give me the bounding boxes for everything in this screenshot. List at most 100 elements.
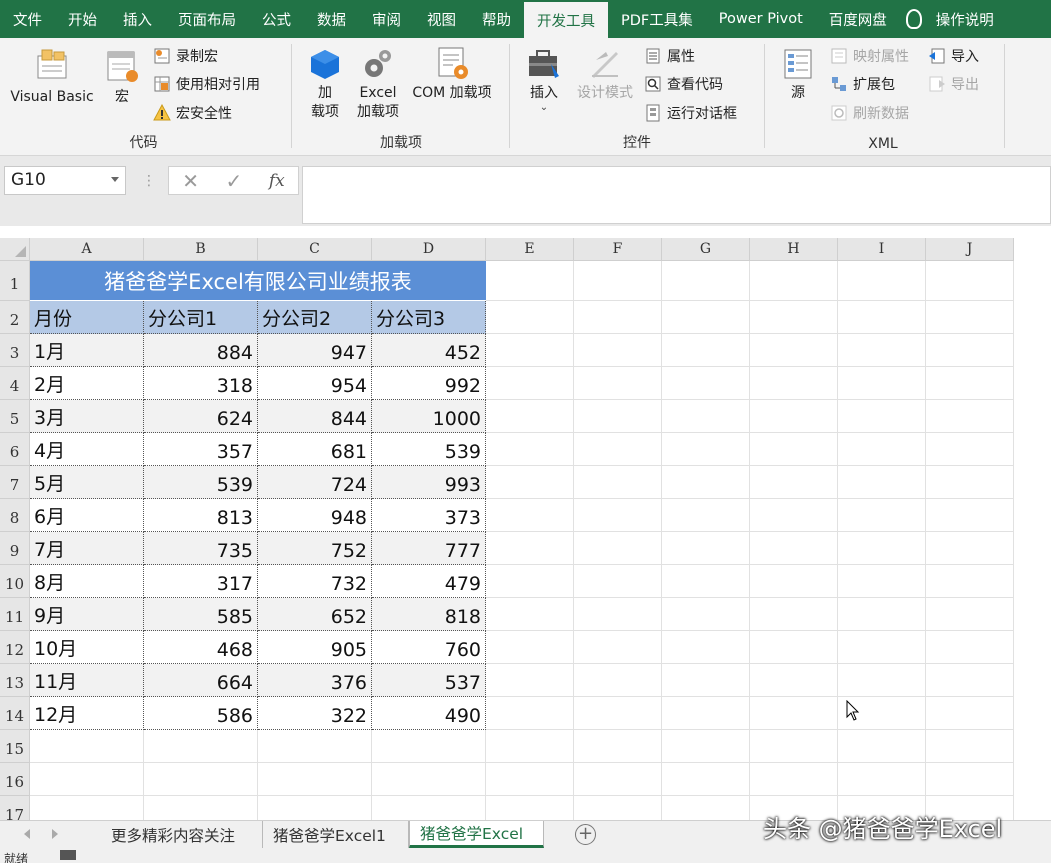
cell[interactable] (662, 796, 750, 820)
menu-tab-7[interactable]: 视图 (414, 0, 469, 38)
table-cell[interactable]: 948 (258, 499, 372, 532)
xml-source-button[interactable]: 源 (776, 46, 820, 103)
table-cell[interactable]: 373 (372, 499, 486, 532)
row-header[interactable]: 8 (0, 499, 30, 532)
table-cell[interactable]: 317 (144, 565, 258, 598)
table-cell[interactable]: 9月 (30, 598, 144, 631)
cell[interactable] (838, 466, 926, 499)
column-header[interactable]: A (30, 238, 144, 261)
table-header-cell[interactable]: 月份 (30, 301, 144, 334)
cell[interactable] (662, 400, 750, 433)
cell[interactable] (574, 631, 662, 664)
drag-handle-icon[interactable]: ⋮ (142, 173, 156, 189)
cell[interactable] (838, 532, 926, 565)
cell[interactable] (574, 532, 662, 565)
cell[interactable] (662, 367, 750, 400)
table-cell[interactable]: 3月 (30, 400, 144, 433)
menu-tab-2[interactable]: 插入 (110, 0, 165, 38)
table-cell[interactable]: 539 (372, 433, 486, 466)
name-box[interactable]: G10 (4, 166, 126, 195)
cell[interactable] (486, 598, 574, 631)
cell[interactable] (574, 796, 662, 820)
cell[interactable] (574, 730, 662, 763)
table-cell[interactable]: 539 (144, 466, 258, 499)
row-header[interactable]: 7 (0, 466, 30, 499)
table-cell[interactable]: 664 (144, 664, 258, 697)
cell[interactable] (662, 664, 750, 697)
row-header[interactable]: 16 (0, 763, 30, 796)
cell[interactable] (838, 400, 926, 433)
com-addins-button[interactable]: COM 加载项 (406, 46, 498, 103)
cell[interactable] (750, 400, 838, 433)
row-header[interactable]: 17 (0, 796, 30, 820)
table-cell[interactable]: 954 (258, 367, 372, 400)
map-properties-button[interactable]: 映射属性 (830, 44, 909, 68)
tell-me-search[interactable]: 操作说明 (928, 0, 1007, 38)
cell[interactable] (486, 334, 574, 367)
cell[interactable] (662, 466, 750, 499)
cell[interactable] (750, 532, 838, 565)
cell[interactable] (662, 532, 750, 565)
cell[interactable] (144, 763, 258, 796)
cell[interactable] (662, 261, 750, 301)
cell[interactable] (926, 532, 1014, 565)
column-header[interactable]: F (574, 238, 662, 261)
cell[interactable] (838, 334, 926, 367)
table-cell[interactable]: 735 (144, 532, 258, 565)
cell[interactable] (574, 301, 662, 334)
cell[interactable] (662, 631, 750, 664)
scroll-right-icon[interactable] (52, 829, 58, 839)
table-cell[interactable]: 357 (144, 433, 258, 466)
table-cell[interactable]: 813 (144, 499, 258, 532)
column-header[interactable]: J (926, 238, 1014, 261)
scroll-left-icon[interactable] (24, 829, 30, 839)
table-cell[interactable]: 1000 (372, 400, 486, 433)
table-cell[interactable]: 376 (258, 664, 372, 697)
cell[interactable] (662, 697, 750, 730)
menu-tab-3[interactable]: 页面布局 (165, 0, 249, 38)
table-cell[interactable]: 322 (258, 697, 372, 730)
insert-control-button[interactable]: 插入 ⌄ (520, 46, 568, 113)
table-cell[interactable]: 585 (144, 598, 258, 631)
macro-security-button[interactable]: 宏安全性 (153, 101, 232, 125)
menu-tab-0[interactable]: 文件 (0, 0, 55, 38)
relative-reference-button[interactable]: 使用相对引用 (153, 72, 260, 96)
cell[interactable] (486, 796, 574, 820)
cell[interactable] (926, 730, 1014, 763)
table-cell[interactable]: 884 (144, 334, 258, 367)
table-cell[interactable]: 11月 (30, 664, 144, 697)
cell[interactable] (486, 763, 574, 796)
column-header[interactable]: E (486, 238, 574, 261)
table-cell[interactable]: 777 (372, 532, 486, 565)
cell[interactable] (486, 433, 574, 466)
menu-tab-12[interactable]: 百度网盘 (816, 0, 900, 38)
cancel-icon[interactable]: ✕ (182, 169, 199, 193)
cell[interactable] (750, 466, 838, 499)
cell[interactable] (926, 400, 1014, 433)
cell[interactable] (662, 565, 750, 598)
row-header[interactable]: 2 (0, 301, 30, 334)
cell[interactable] (486, 400, 574, 433)
row-header[interactable]: 6 (0, 433, 30, 466)
menu-tab-9[interactable]: 开发工具 (524, 2, 608, 38)
cell[interactable] (486, 565, 574, 598)
cell[interactable] (486, 466, 574, 499)
cell[interactable] (838, 664, 926, 697)
cell[interactable] (574, 598, 662, 631)
properties-button[interactable]: 属性 (644, 44, 695, 68)
menu-tab-8[interactable]: 帮助 (469, 0, 524, 38)
cell[interactable] (574, 367, 662, 400)
cell[interactable] (486, 697, 574, 730)
cell[interactable] (258, 796, 372, 820)
cell[interactable] (574, 565, 662, 598)
table-cell[interactable]: 586 (144, 697, 258, 730)
cell[interactable] (838, 261, 926, 301)
expansion-pack-button[interactable]: 扩展包 (830, 72, 895, 96)
insert-function-icon[interactable]: fx (269, 171, 285, 191)
table-cell[interactable]: 993 (372, 466, 486, 499)
cell[interactable] (486, 631, 574, 664)
cell[interactable] (574, 433, 662, 466)
table-cell[interactable]: 318 (144, 367, 258, 400)
cell[interactable] (486, 499, 574, 532)
cell[interactable] (574, 466, 662, 499)
